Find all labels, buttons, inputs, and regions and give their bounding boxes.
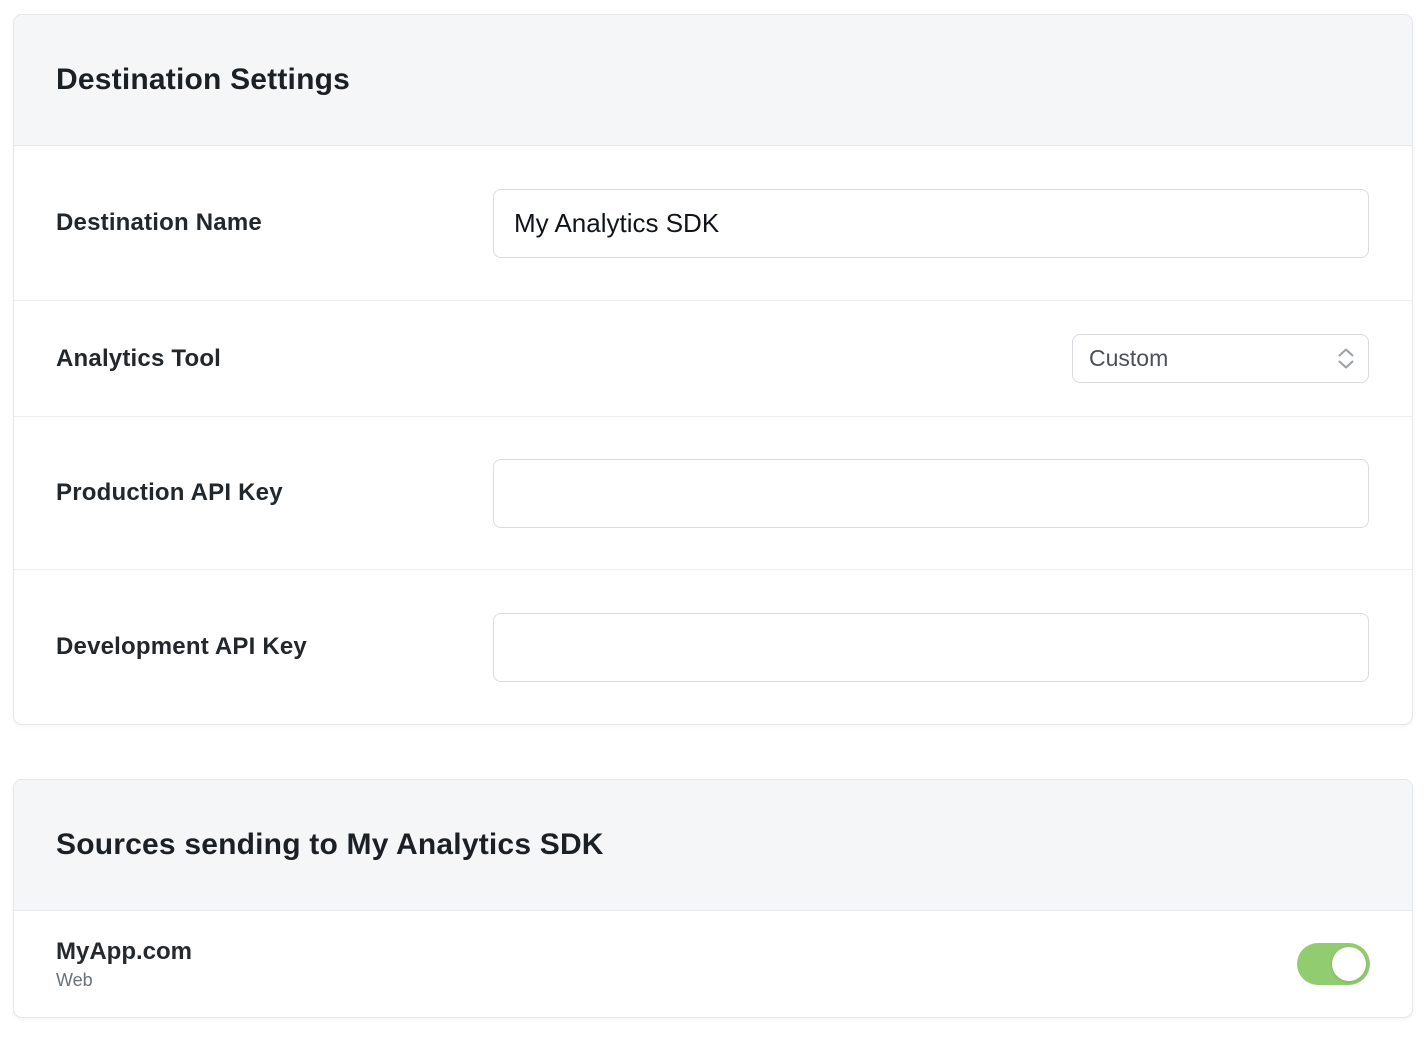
- development-api-key-input[interactable]: [493, 613, 1369, 682]
- chevron-up-down-icon: [1338, 348, 1354, 369]
- source-name: MyApp.com: [56, 938, 192, 966]
- source-info: MyApp.com Web: [56, 938, 192, 991]
- analytics-tool-select[interactable]: Custom: [1072, 334, 1369, 383]
- sources-header: Sources sending to My Analytics SDK: [14, 780, 1412, 911]
- source-enabled-toggle[interactable]: [1297, 943, 1370, 985]
- destination-name-row: Destination Name: [14, 146, 1412, 300]
- destination-name-label: Destination Name: [56, 209, 493, 237]
- analytics-tool-row: Analytics Tool Custom: [14, 300, 1412, 416]
- destination-settings-title: Destination Settings: [56, 63, 350, 97]
- destination-settings-header: Destination Settings: [14, 15, 1412, 146]
- production-api-key-input[interactable]: [493, 459, 1369, 528]
- production-api-key-label: Production API Key: [56, 479, 493, 507]
- sources-title: Sources sending to My Analytics SDK: [56, 828, 604, 862]
- sources-card: Sources sending to My Analytics SDK MyAp…: [13, 779, 1413, 1018]
- destination-settings-card: Destination Settings Destination Name An…: [13, 14, 1413, 725]
- source-type: Web: [56, 970, 192, 991]
- analytics-tool-selected-value: Custom: [1089, 345, 1168, 372]
- destination-name-input[interactable]: [493, 189, 1369, 258]
- settings-page: Destination Settings Destination Name An…: [0, 14, 1428, 1046]
- production-api-key-row: Production API Key: [14, 416, 1412, 569]
- toggle-knob: [1332, 947, 1366, 981]
- development-api-key-label: Development API Key: [56, 633, 493, 661]
- development-api-key-row: Development API Key: [14, 569, 1412, 724]
- source-row-myapp: MyApp.com Web: [14, 911, 1412, 1017]
- analytics-tool-label: Analytics Tool: [56, 345, 1072, 373]
